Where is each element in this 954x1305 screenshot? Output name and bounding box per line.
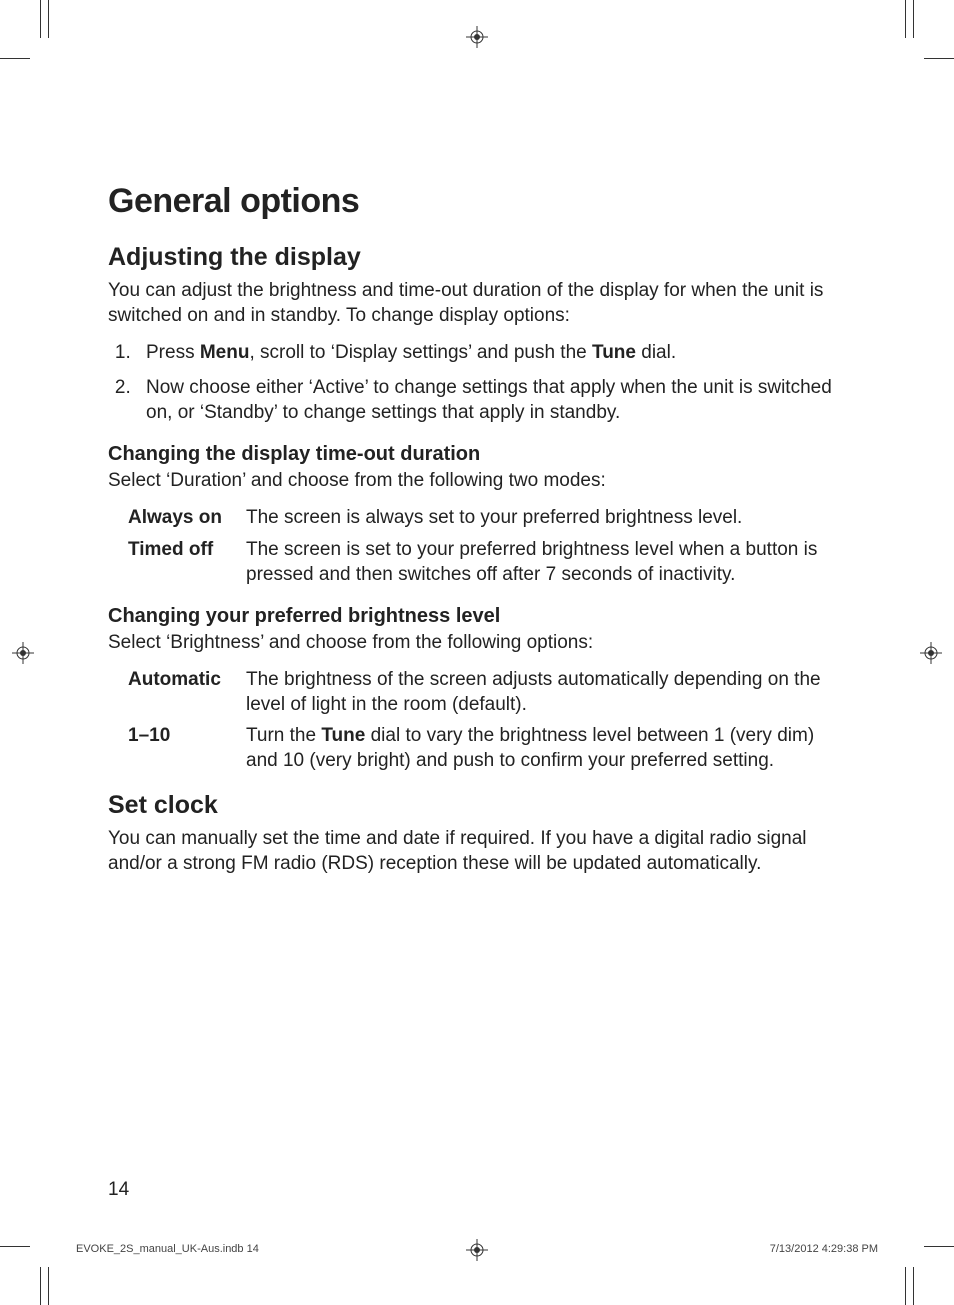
footer-filename: EVOKE_2S_manual_UK-Aus.indb 14 (76, 1243, 259, 1255)
def-row-timed-off: Timed off The screen is set to your pref… (108, 537, 848, 587)
crop-mark (0, 58, 30, 59)
def-desc-text: Turn the (246, 725, 321, 746)
def-term: Timed off (108, 537, 246, 587)
crop-mark (924, 1246, 954, 1247)
step-text: , scroll to ‘Display settings’ and push … (249, 342, 592, 363)
subheading-brightness: Changing your preferred brightness level (108, 605, 848, 628)
def-row-automatic: Automatic The brightness of the screen a… (108, 667, 848, 717)
section-heading-set-clock: Set clock (108, 791, 848, 820)
def-desc: The screen is set to your preferred brig… (246, 537, 848, 587)
inline-bold: Tune (592, 342, 636, 363)
def-term: Always on (108, 505, 246, 530)
crop-mark (905, 1267, 906, 1305)
definition-list-duration: Always on The screen is always set to yo… (108, 505, 848, 586)
step-1: Press Menu, scroll to ‘Display settings’… (136, 340, 848, 365)
definition-list-brightness: Automatic The brightness of the screen a… (108, 667, 848, 773)
crop-mark (913, 0, 914, 38)
registration-mark-icon (12, 642, 34, 664)
subheading-timeout: Changing the display time-out duration (108, 443, 848, 466)
registration-mark-icon (920, 642, 942, 664)
step-text: Press (146, 342, 200, 363)
crop-mark (48, 1267, 49, 1305)
step-2: Now choose either ‘Active’ to change set… (136, 375, 848, 425)
set-clock-paragraph: You can manually set the time and date i… (108, 826, 848, 876)
crop-mark (48, 0, 49, 38)
def-row-1-10: 1–10 Turn the Tune dial to vary the brig… (108, 723, 848, 773)
lead-text: Select ‘Duration’ and choose from the fo… (108, 468, 848, 493)
intro-paragraph: You can adjust the brightness and time-o… (108, 278, 848, 328)
crop-mark (40, 1267, 41, 1305)
crop-mark (40, 0, 41, 38)
def-desc: The screen is always set to your preferr… (246, 505, 848, 530)
crop-mark (924, 58, 954, 59)
page-title: General options (108, 182, 848, 221)
registration-mark-icon (466, 26, 488, 48)
section-heading-adjusting-display: Adjusting the display (108, 243, 848, 272)
inline-bold: Tune (321, 725, 365, 746)
def-row-always-on: Always on The screen is always set to yo… (108, 505, 848, 530)
page-content: General options Adjusting the display Yo… (108, 182, 848, 888)
crop-mark (913, 1267, 914, 1305)
registration-mark-icon (466, 1239, 488, 1261)
def-desc: The brightness of the screen adjusts aut… (246, 667, 848, 717)
crop-mark (905, 0, 906, 38)
lead-text: Select ‘Brightness’ and choose from the … (108, 630, 848, 655)
steps-list: Press Menu, scroll to ‘Display settings’… (108, 340, 848, 425)
footer-timestamp: 7/13/2012 4:29:38 PM (770, 1243, 878, 1255)
step-text: dial. (636, 342, 676, 363)
inline-bold: Menu (200, 342, 250, 363)
page-number: 14 (108, 1179, 129, 1201)
def-term: Automatic (108, 667, 246, 717)
def-desc: Turn the Tune dial to vary the brightnes… (246, 723, 848, 773)
def-term: 1–10 (108, 723, 246, 773)
crop-mark (0, 1246, 30, 1247)
